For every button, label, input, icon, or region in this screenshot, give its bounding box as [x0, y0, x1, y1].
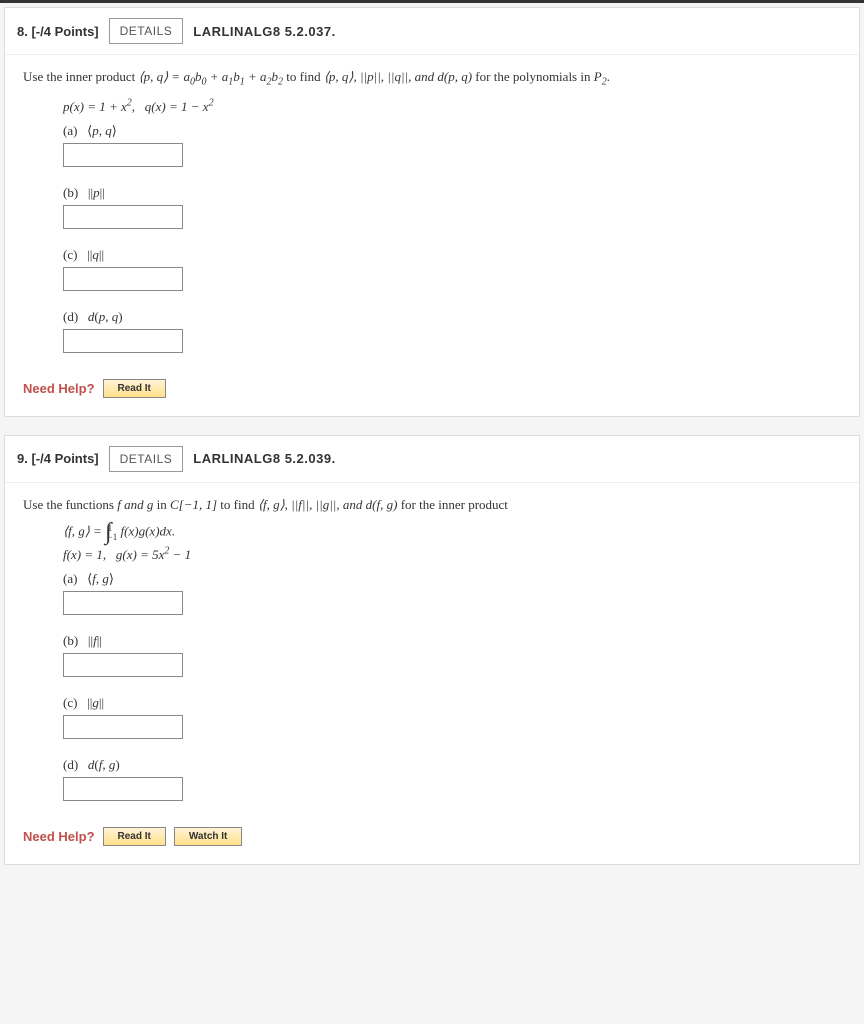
prompt-mid1: in	[157, 497, 170, 512]
integral-def: ⟨f, g⟩ = ∫1−1 f(x)g(x)dx.	[63, 523, 841, 542]
q-num: 8.	[17, 24, 28, 39]
part-c-input[interactable]	[63, 267, 183, 291]
part-a-label: (a) ⟨f, g⟩	[63, 571, 841, 587]
prompt-list: ⟨f, g⟩, ||f||, ||g||, and d(f, g)	[258, 497, 398, 512]
watch-it-button[interactable]: Watch It	[174, 827, 243, 846]
prompt-fg: f and g	[117, 497, 153, 512]
details-button[interactable]: DETAILS	[109, 446, 184, 472]
part-a-input[interactable]	[63, 143, 183, 167]
prompt-post: for the polynomials in	[475, 69, 593, 84]
question-body: Use the inner product ⟨p, q⟩ = a0b0 + a1…	[5, 55, 859, 416]
part-c-label: (c) ||g||	[63, 695, 841, 711]
part-c: (c) ||q||	[63, 247, 841, 291]
prompt-list: ⟨p, q⟩, ||p||, ||q||, and d(p, q)	[324, 69, 472, 84]
question-header: 9. [-/4 Points] DETAILS LARLINALG8 5.2.0…	[5, 436, 859, 483]
q-points: [-/4 Points]	[31, 24, 98, 39]
part-b-label: (b) ||p||	[63, 185, 841, 201]
functions: f(x) = 1, g(x) = 5x2 − 1	[63, 546, 841, 563]
question-9: 9. [-/4 Points] DETAILS LARLINALG8 5.2.0…	[4, 435, 860, 866]
question-ref: LARLINALG8 5.2.039.	[193, 451, 335, 466]
prompt-post: for the inner product	[401, 497, 508, 512]
part-b-input[interactable]	[63, 205, 183, 229]
part-c: (c) ||g||	[63, 695, 841, 739]
int-bot: −1	[108, 532, 118, 542]
part-a-input[interactable]	[63, 591, 183, 615]
part-d-input[interactable]	[63, 777, 183, 801]
prompt-pre: Use the functions	[23, 497, 117, 512]
prompt-end: .	[607, 69, 610, 84]
prompt-domain: C[−1, 1]	[170, 497, 217, 512]
polynomials: p(x) = 1 + x2, q(x) = 1 − x2	[63, 98, 841, 115]
need-help-row: Need Help? Read It	[23, 379, 841, 398]
need-help-row: Need Help? Read It Watch It	[23, 827, 841, 846]
question-number: 9. [-/4 Points]	[17, 451, 99, 466]
read-it-button[interactable]: Read It	[103, 379, 166, 398]
prompt-mid2: to find	[220, 497, 258, 512]
details-button[interactable]: DETAILS	[109, 18, 184, 44]
part-b: (b) ||p||	[63, 185, 841, 229]
question-ref: LARLINALG8 5.2.037.	[193, 24, 335, 39]
question-body: Use the functions f and g in C[−1, 1] to…	[5, 483, 859, 865]
prompt-text: Use the functions f and g in C[−1, 1] to…	[23, 497, 841, 513]
prompt-ip: ⟨p, q⟩ = a0b0 + a1b1 + a2b2	[139, 69, 284, 84]
read-it-button[interactable]: Read It	[103, 827, 166, 846]
part-d-input[interactable]	[63, 329, 183, 353]
part-b: (b) ||f||	[63, 633, 841, 677]
prompt-text: Use the inner product ⟨p, q⟩ = a0b0 + a1…	[23, 69, 841, 88]
part-d-label: (d) d(p, q)	[63, 309, 841, 325]
need-help-label: Need Help?	[23, 381, 95, 396]
part-a: (a) ⟨p, q⟩	[63, 123, 841, 167]
prompt-pre: Use the inner product	[23, 69, 139, 84]
q-points: [-/4 Points]	[31, 451, 98, 466]
part-d-label: (d) d(f, g)	[63, 757, 841, 773]
q-num: 9.	[17, 451, 28, 466]
part-c-input[interactable]	[63, 715, 183, 739]
part-d: (d) d(p, q)	[63, 309, 841, 353]
part-b-input[interactable]	[63, 653, 183, 677]
part-b-label: (b) ||f||	[63, 633, 841, 649]
part-c-label: (c) ||q||	[63, 247, 841, 263]
part-d: (d) d(f, g)	[63, 757, 841, 801]
question-8: 8. [-/4 Points] DETAILS LARLINALG8 5.2.0…	[4, 7, 860, 417]
prompt-space: P2	[594, 69, 607, 84]
top-border	[0, 0, 864, 3]
question-header: 8. [-/4 Points] DETAILS LARLINALG8 5.2.0…	[5, 8, 859, 55]
question-number: 8. [-/4 Points]	[17, 24, 99, 39]
part-a: (a) ⟨f, g⟩	[63, 571, 841, 615]
prompt-mid: to find	[286, 69, 324, 84]
need-help-label: Need Help?	[23, 829, 95, 844]
part-a-label: (a) ⟨p, q⟩	[63, 123, 841, 139]
